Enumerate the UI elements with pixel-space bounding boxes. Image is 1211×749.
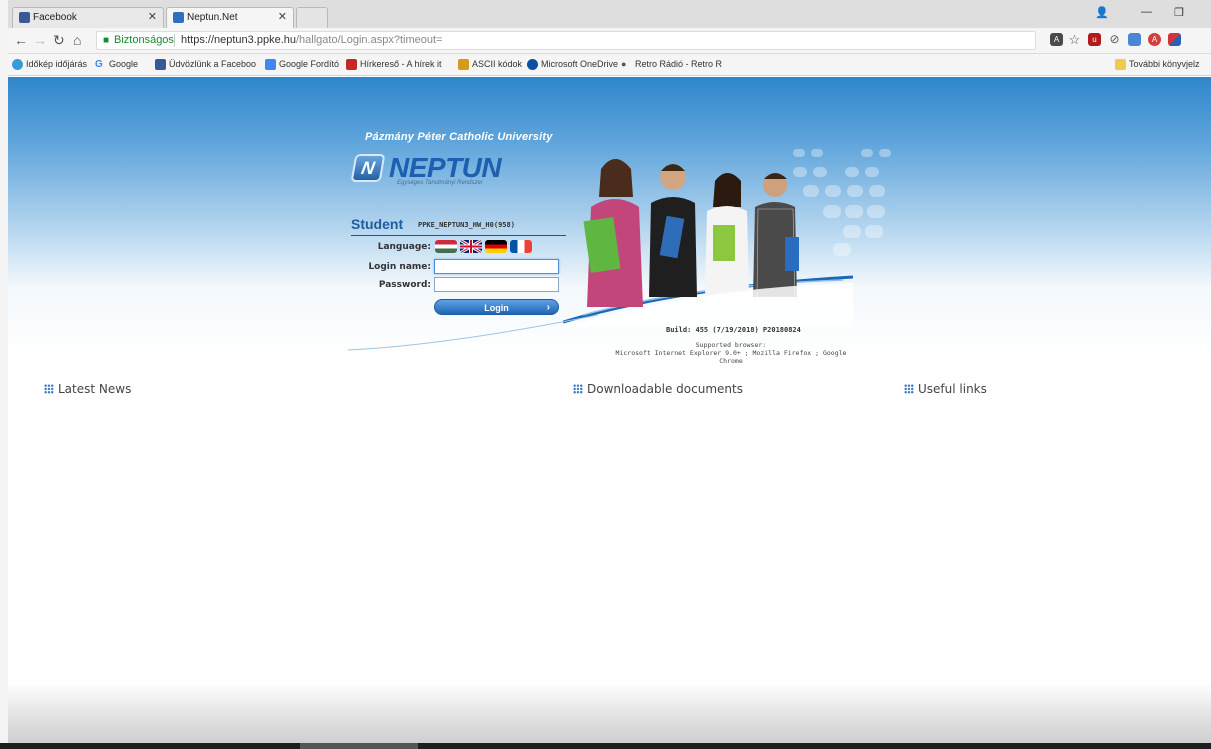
navigation-bar: ← → ↻ ⌂ ■ Biztonságos https://neptun3.pp… <box>8 28 1211 54</box>
bookmark-label: Google <box>109 59 139 69</box>
page-content: Pázmány Péter Catholic University N NEPT… <box>8 77 1211 743</box>
page-footer <box>8 683 1211 743</box>
bookmark-item[interactable]: Hírkereső - A hírek it <box>346 59 442 70</box>
facebook-icon <box>19 12 30 23</box>
star-icon[interactable]: ☆ <box>1068 33 1081 46</box>
bookmark-item[interactable]: ASCII kódok <box>458 59 523 70</box>
restore-icon[interactable]: ❐ <box>1174 6 1184 19</box>
password-input[interactable] <box>434 277 559 292</box>
taskbar-item[interactable] <box>300 743 418 749</box>
retro-radio-icon: ● <box>621 59 627 69</box>
bookmark-label: ASCII kódok <box>472 59 523 69</box>
reload-icon[interactable]: ↻ <box>53 32 65 48</box>
bookmarks-bar: Időkép időjárás G Google Üdvözlünk a Face… <box>8 54 1211 76</box>
profile-icon[interactable]: 👤 <box>1095 6 1109 19</box>
tab-bar: Facebook ✕ Neptun.Net PPKE_NEPTU ✕ 👤 — ❐ <box>8 0 1211 42</box>
bookmark-item[interactable]: G Google <box>95 59 139 70</box>
tab-facebook[interactable]: Facebook ✕ <box>12 7 164 28</box>
extension-icon[interactable] <box>1168 33 1181 46</box>
grid-dots-icon <box>904 384 914 394</box>
ascii-icon <box>458 59 469 70</box>
lock-icon: ■ <box>103 35 110 46</box>
bookmark-label: Google Fordító <box>279 59 340 69</box>
supported-title: Supported browser: <box>695 341 767 349</box>
divider <box>351 235 566 236</box>
weather-icon <box>12 59 23 70</box>
cast-icon[interactable] <box>1128 33 1141 46</box>
form-swoosh <box>348 314 598 351</box>
divider <box>174 34 175 47</box>
home-icon[interactable]: ⌂ <box>73 32 81 48</box>
google-icon: G <box>95 59 103 70</box>
abp-icon[interactable]: A <box>1148 33 1161 46</box>
bookmark-label: Microsoft OneDrive <box>541 59 619 69</box>
documents-header: Downloadable documents <box>573 382 743 396</box>
secure-label: Biztonságos <box>114 34 174 46</box>
folder-icon <box>1115 59 1126 70</box>
login-name-input[interactable] <box>434 259 559 274</box>
server-code: PPKE_NEPTUN3_HW_H0(958) <box>418 221 515 229</box>
window-edge <box>0 0 8 749</box>
german-flag-icon[interactable] <box>485 240 507 253</box>
url-host: https://neptun3.ppke.hu <box>181 34 296 46</box>
facebook-icon <box>155 59 166 70</box>
translate-ext-icon[interactable]: A <box>1050 33 1063 46</box>
tab-title: Facebook <box>33 12 77 23</box>
hirkereso-icon <box>346 59 357 70</box>
url-text: https://neptun3.ppke.hu/hallgato/Login.a… <box>181 32 442 49</box>
build-info: Build: 455 (7/19/2018) P20180824 <box>666 326 801 334</box>
tab-neptun[interactable]: Neptun.Net PPKE_NEPTU ✕ <box>166 7 294 42</box>
back-icon[interactable]: ← <box>14 32 28 48</box>
english-flag-icon[interactable] <box>460 240 482 253</box>
translate-icon <box>265 59 276 70</box>
grid-dots-icon <box>573 384 583 394</box>
supported-browsers: Supported browser: Microsoft Internet Ex… <box>606 341 856 365</box>
section-title: Useful links <box>918 382 987 396</box>
bookmark-item[interactable]: Microsoft OneDrive <box>527 59 619 70</box>
minimize-icon[interactable]: — <box>1141 6 1152 18</box>
hungarian-flag-icon[interactable] <box>435 240 457 253</box>
bookmark-item[interactable]: ● Retro Rádió - Retro R <box>621 59 722 69</box>
os-taskbar <box>0 743 1211 749</box>
address-bar[interactable]: ■ Biztonságos https://neptun3.ppke.hu/ha… <box>96 31 1036 50</box>
section-title: Downloadable documents <box>587 382 743 396</box>
language-label: Language: <box>377 242 431 252</box>
grid-dots-icon <box>44 384 54 394</box>
uk-flag-graphic <box>460 240 482 253</box>
other-bookmarks[interactable]: További könyvjelz <box>1115 59 1200 70</box>
block-icon[interactable]: ⊘ <box>1108 33 1121 46</box>
bookmark-item[interactable]: Időkép időjárás <box>12 59 88 70</box>
new-tab-button[interactable] <box>296 7 328 28</box>
password-label: Password: <box>378 280 431 290</box>
bookmark-label: Időkép időjárás <box>26 59 88 69</box>
role-label: Student <box>351 216 404 232</box>
ublock-icon[interactable]: u <box>1088 33 1101 46</box>
close-icon[interactable]: ✕ <box>278 8 287 27</box>
university-name: Pázmány Péter Catholic University <box>365 131 553 143</box>
students-illustration <box>563 159 853 327</box>
bookmark-label: Üdvözlünk a Faceboo <box>169 59 257 69</box>
bookmark-label: Retro Rádió - Retro R <box>635 59 723 69</box>
neptun-icon <box>173 12 184 23</box>
login-header: Pázmány Péter Catholic University N NEPT… <box>8 77 1211 365</box>
other-bookmarks-label: További könyvjelz <box>1129 59 1200 69</box>
url-path: /hallgato/Login.aspx?timeout= <box>295 34 443 46</box>
forward-icon[interactable]: → <box>33 32 47 48</box>
section-title: Latest News <box>58 382 132 396</box>
latest-news-header: Latest News <box>44 382 131 396</box>
bookmark-item[interactable]: Üdvözlünk a Faceboo <box>155 59 257 70</box>
onedrive-icon <box>527 59 538 70</box>
login-name-label: Login name: <box>368 262 431 272</box>
supported-list: Microsoft Internet Explorer 9.0+ ; Mozil… <box>615 349 847 365</box>
logo-text: NEPTUN <box>389 152 502 183</box>
logo-subtitle: Egységes Tanulmányi Rendszer <box>397 180 483 186</box>
bookmark-item[interactable]: Google Fordító <box>265 59 340 70</box>
neptun-logo-icon: N <box>350 154 386 182</box>
useful-links-header: Useful links <box>904 382 987 396</box>
french-flag-icon[interactable] <box>510 240 532 253</box>
bookmark-label: Hírkereső - A hírek it <box>360 59 442 69</box>
close-icon[interactable]: ✕ <box>148 8 157 27</box>
